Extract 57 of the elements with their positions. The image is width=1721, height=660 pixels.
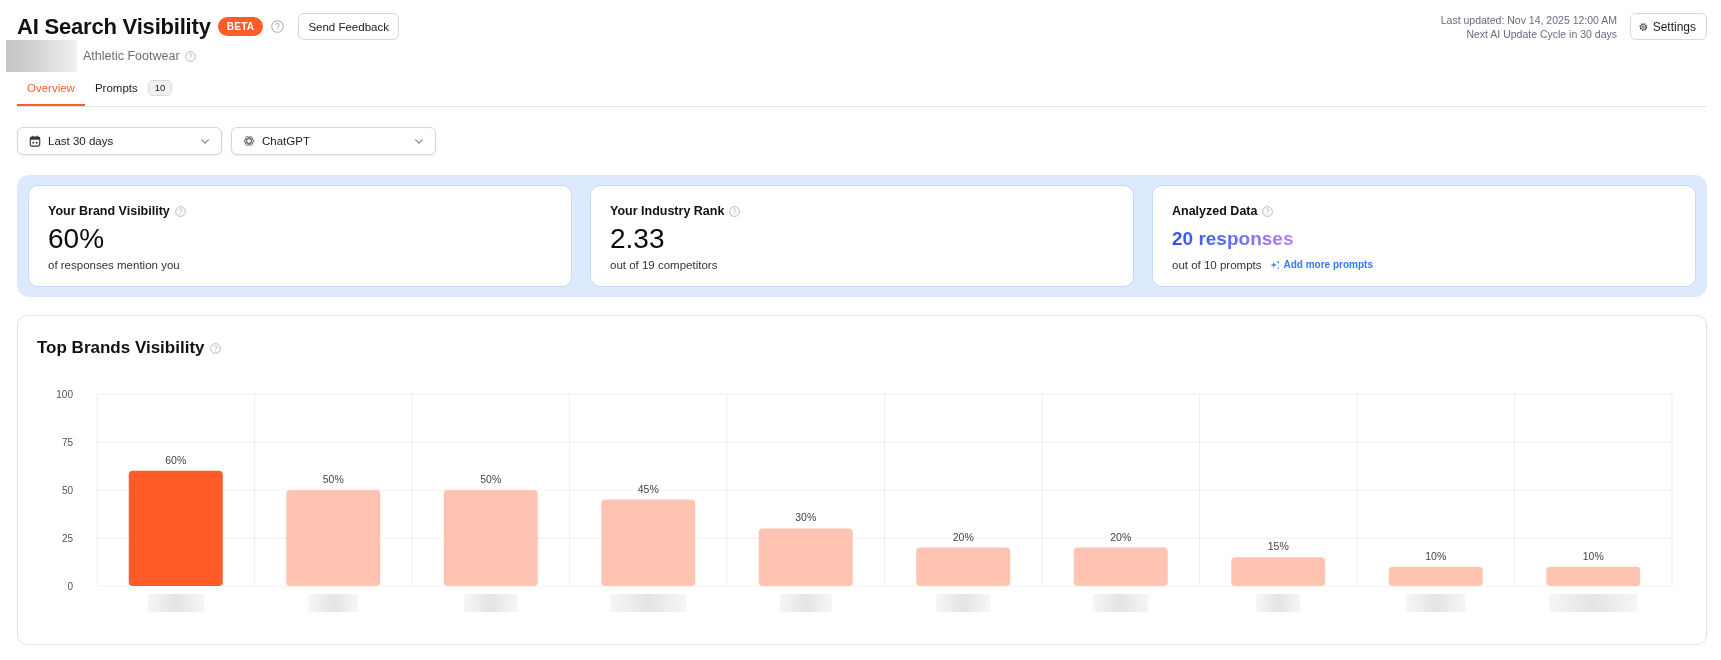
metric-value: 60%	[48, 222, 105, 256]
bar-value-label: 10%	[1425, 549, 1447, 562]
bar-value-label: 20%	[952, 530, 974, 543]
blurred-label	[308, 594, 359, 612]
bar-value-label: 20%	[1110, 530, 1132, 543]
blurred-label	[936, 594, 991, 612]
chevron-down-icon	[200, 137, 210, 145]
chart-title: Top Brands Visibility	[37, 338, 205, 358]
blurred-label	[1256, 594, 1301, 612]
blurred-label	[147, 594, 204, 612]
bar-value-label: 50%	[480, 473, 502, 485]
bar-value-label: 60%	[165, 453, 187, 466]
page-title: AI Search Visibility	[17, 13, 211, 40]
help-icon	[184, 50, 196, 62]
y-axis-label: 50	[61, 485, 73, 496]
count-badge: 10	[147, 80, 173, 96]
help-icon	[729, 205, 741, 217]
y-axis-label: 75	[61, 437, 73, 448]
metric-title: Your Industry Rank	[610, 204, 725, 218]
add-prompts-link[interactable]: Add more prompts	[1269, 259, 1373, 270]
beta-badge: BETA	[217, 17, 264, 36]
knot-icon	[243, 135, 255, 147]
industry-label: Athletic Footwear	[83, 49, 180, 63]
y-axis-label: 100	[56, 389, 73, 400]
blurred-label	[779, 594, 832, 612]
bar-value-label: 45%	[637, 482, 659, 495]
bar-value-label: 30%	[795, 511, 817, 524]
help-icon	[271, 20, 285, 33]
send-feedback-button[interactable]: Send Feedback	[298, 13, 399, 40]
y-axis-label: 0	[67, 581, 73, 592]
blurred-image	[6, 40, 77, 72]
metric-caption: out of 10 prompts	[1172, 258, 1262, 271]
metric-caption: of responses mention you	[48, 258, 180, 271]
blurred-label	[1405, 594, 1466, 612]
settings-button[interactable]: Settings	[1630, 13, 1707, 40]
help-icon	[209, 342, 221, 354]
bar-value-label: 10%	[1582, 549, 1604, 562]
metric-title: Your Brand Visibility	[48, 204, 170, 218]
metric-value: 2.33	[610, 222, 665, 256]
help-icon	[174, 205, 186, 217]
blurred-label	[1092, 594, 1149, 612]
calendar-icon	[29, 135, 41, 147]
metric-caption: out of 19 competitors	[610, 258, 718, 271]
sparkle-icon	[1269, 259, 1280, 270]
tab[interactable]: Prompts 10	[84, 72, 183, 106]
bar-value-label: 50%	[322, 473, 344, 485]
metric-title: Analyzed Data	[1172, 204, 1258, 218]
settings-icon	[1639, 20, 1648, 33]
date-range-dropdown[interactable]: Last 30 days	[17, 127, 222, 155]
chevron-down-icon	[414, 137, 424, 145]
last-updated-text: Last updated: Nov 14, 2025 12:00 AM	[1440, 13, 1617, 27]
model-dropdown[interactable]: ChatGPT	[231, 127, 436, 155]
help-icon	[1262, 205, 1274, 217]
y-axis-label: 25	[61, 533, 73, 544]
bar-value-label: 15%	[1267, 540, 1289, 553]
blurred-label	[463, 594, 518, 612]
next-update-text: Next AI Update Cycle in 30 days	[1466, 27, 1617, 41]
